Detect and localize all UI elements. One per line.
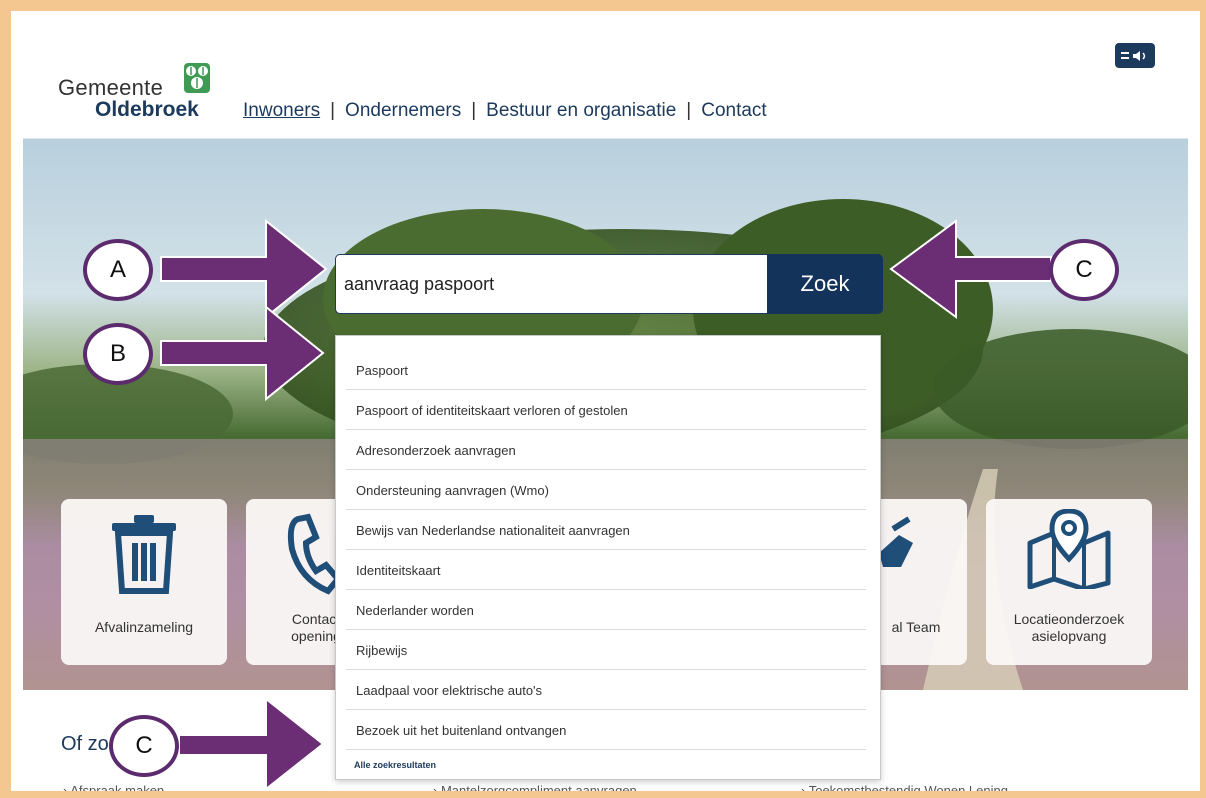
tile-label: al Team — [891, 619, 941, 635]
annotation-c-bottom: C — [109, 715, 179, 777]
suggestion-item[interactable]: Paspoort of identiteitskaart verloren of… — [346, 391, 866, 430]
nav-contact[interactable]: Contact — [701, 100, 766, 122]
annotation-b: B — [83, 323, 153, 385]
search-box — [335, 254, 768, 314]
annotation-c-top: C — [1049, 239, 1119, 301]
nav-separator: | — [471, 100, 477, 121]
quick-link-label: Afspraak maken — [70, 783, 165, 791]
nav-inwoners[interactable]: Inwoners — [243, 100, 320, 122]
suggestion-item[interactable]: Bewijs van Nederlandse nationaliteit aan… — [346, 511, 866, 550]
logo-oldebroek[interactable]: Oldebroek — [95, 98, 199, 122]
suggestion-item[interactable]: Paspoort — [346, 351, 866, 390]
quick-link-mantelzorg[interactable]: › Mantelzorgcompliment aanvragen — [433, 783, 637, 791]
nav-separator: | — [686, 100, 692, 121]
tile-label: Locatieonderzoek asielopvang — [1013, 611, 1125, 644]
main-nav: Inwoners | Ondernemers | Bestuur en orga… — [243, 100, 767, 122]
search-button[interactable]: Zoek — [767, 254, 883, 314]
all-results-link[interactable]: Alle zoekresultaten — [354, 760, 436, 770]
quick-link-label: Mantelzorgcompliment aanvragen — [440, 783, 637, 791]
website-page: Gemeente Oldebroek Inwoners | Ondernemer… — [23, 31, 1188, 791]
suggestion-item[interactable]: Bezoek uit het buitenland ontvangen — [346, 711, 866, 750]
suggestion-item[interactable]: Ondersteuning aanvragen (Wmo) — [346, 471, 866, 510]
quick-link-wonen-lening[interactable]: › Toekomstbestendig Wonen Lening — [801, 783, 1008, 791]
suggestion-item[interactable]: Rijbewijs — [346, 631, 866, 670]
suggestion-item[interactable]: Nederlander worden — [346, 591, 866, 630]
quick-link-label: Toekomstbestendig Wonen Lening — [808, 783, 1008, 791]
map-pin-icon — [986, 509, 1152, 589]
trash-icon — [61, 509, 227, 595]
nav-ondernemers[interactable]: Ondernemers — [345, 100, 461, 122]
annotation-a: A — [83, 239, 153, 301]
readspeaker-button[interactable] — [1115, 43, 1155, 68]
suggestion-item[interactable]: Adresonderzoek aanvragen — [346, 431, 866, 470]
tile-label: Afvalinzameling — [94, 619, 194, 635]
nav-separator: | — [330, 100, 336, 121]
logo-leaf-icon — [184, 63, 210, 98]
tile-afvalinzameling[interactable]: Afvalinzameling — [61, 499, 227, 665]
screenshot-frame: Gemeente Oldebroek Inwoners | Ondernemer… — [11, 11, 1200, 791]
search-input[interactable] — [336, 255, 756, 313]
suggestion-item[interactable]: Identiteitskaart — [346, 551, 866, 590]
speaker-icon — [1121, 50, 1146, 61]
suggestion-item[interactable]: Laadpaal voor elektrische auto's — [346, 671, 866, 710]
nav-bestuur[interactable]: Bestuur en organisatie — [486, 100, 676, 122]
tile-locatieonderzoek[interactable]: Locatieonderzoek asielopvang — [986, 499, 1152, 665]
search-suggestions: Paspoort Paspoort of identiteitskaart ve… — [335, 335, 881, 780]
quick-link-afspraak[interactable]: › Afspraak maken — [63, 783, 164, 791]
